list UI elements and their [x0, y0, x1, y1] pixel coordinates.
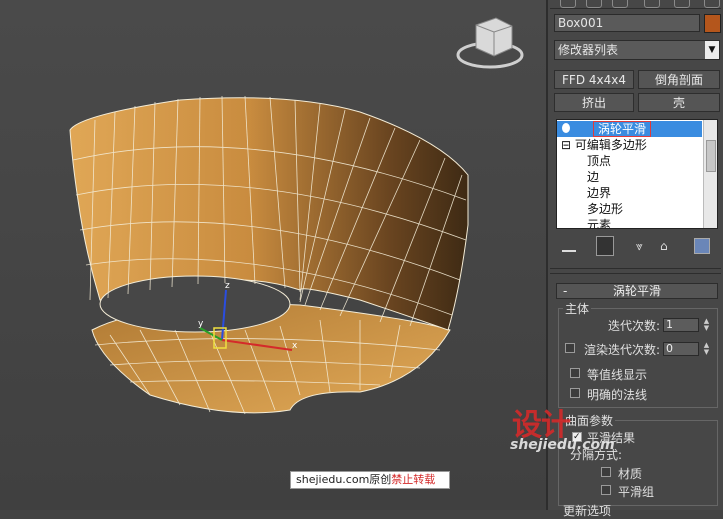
update-group-label: 更新选项 [563, 504, 612, 518]
render-iters-spinner-arrows[interactable]: ▲ ▼ [702, 342, 711, 356]
modify-tab-icon[interactable] [586, 0, 602, 8]
panel-tab-icons[interactable] [552, 0, 723, 8]
display-tab-icon[interactable] [674, 0, 690, 8]
pin-stack-icon[interactable] [562, 240, 576, 252]
rollout-title: 涡轮平滑 [612, 284, 661, 298]
chamfer-profile-button[interactable]: 倒角剖面 [638, 70, 720, 89]
object-color-swatch[interactable] [704, 14, 721, 33]
create-tab-icon[interactable] [560, 0, 576, 8]
chevron-down-icon[interactable]: ▼ [705, 41, 719, 59]
configure-sets-icon[interactable] [694, 238, 710, 254]
watermark-site: shejiedu.com原创 [296, 473, 392, 486]
modifier-list-label: 修改器列表 [558, 43, 619, 57]
explicit-normals-checkbox[interactable] [570, 388, 580, 398]
utilities-tab-icon[interactable] [704, 0, 720, 8]
mesh-object[interactable]: z y x [0, 0, 546, 510]
render-iters-label: 渲染迭代次数: [584, 343, 661, 357]
stack-item-polygon[interactable]: 多边形 [587, 201, 623, 217]
render-iters-checkbox[interactable] [565, 343, 575, 353]
extrude-button[interactable]: 挤出 [554, 93, 634, 112]
motion-tab-icon[interactable] [644, 0, 660, 8]
show-end-result-icon[interactable] [596, 236, 614, 256]
make-unique-icon[interactable]: ⩔ [636, 239, 643, 254]
materials-checkbox[interactable] [601, 467, 611, 477]
collapse-icon[interactable]: ⊟ [561, 138, 571, 152]
smoothing-groups-checkbox[interactable] [601, 485, 611, 495]
shell-button[interactable]: 壳 [638, 93, 720, 112]
stack-item-vertex[interactable]: 顶点 [587, 153, 611, 169]
turbosmooth-rollout-header[interactable]: - 涡轮平滑 [556, 283, 718, 299]
stack-item-turbosmooth[interactable]: 涡轮平滑 [557, 121, 702, 137]
stack-toolbar: ⩔ ⌂ [556, 236, 718, 256]
iterations-spinner[interactable]: 1 [663, 318, 699, 332]
divider [550, 273, 721, 274]
lightbulb-icon[interactable] [562, 123, 570, 133]
smoothing-groups-label: 平滑组 [618, 485, 655, 499]
viewport[interactable]: z y x shejiedu.com原创禁止转载 [0, 0, 546, 510]
stack-item-element[interactable]: 元素 [587, 217, 611, 228]
render-iters-spinner[interactable]: 0 [663, 342, 699, 356]
divider [550, 8, 721, 9]
stack-item-label: 涡轮平滑 [593, 121, 652, 137]
viewcube-icon[interactable] [456, 17, 524, 69]
gizmo-x-label: x [292, 341, 298, 351]
materials-label: 材质 [618, 467, 643, 481]
iterations-spinner-arrows[interactable]: ▲ ▼ [702, 318, 711, 332]
stack-item-editable-poly[interactable]: ⊟ 可编辑多边形 [561, 137, 647, 153]
watermark-warning: 禁止转载 [391, 473, 436, 486]
remove-modifier-icon[interactable]: ⌂ [660, 239, 668, 253]
main-group-label: 主体 [563, 300, 592, 317]
watermark-brand-url: shejiedu.com [510, 437, 615, 453]
ffd-button[interactable]: FFD 4x4x4 [554, 70, 634, 89]
stack-item-edge[interactable]: 边 [587, 169, 599, 185]
explicit-normals-label: 明确的法线 [587, 388, 648, 402]
isoline-label: 等值线显示 [587, 368, 648, 382]
modifier-list-dropdown[interactable]: 修改器列表 ▼ [554, 40, 720, 60]
stack-item-label: 可编辑多边形 [574, 138, 647, 152]
object-name-field[interactable]: Box001 [554, 14, 700, 32]
surface-group-label: 曲面参数 [563, 412, 616, 429]
stack-scrollbar[interactable] [703, 120, 717, 228]
gizmo-z-label: z [225, 281, 230, 291]
scrollbar-thumb[interactable] [706, 140, 716, 172]
watermark-banner: shejiedu.com原创禁止转载 [290, 471, 450, 489]
modifier-stack[interactable]: 涡轮平滑 ⊟ 可编辑多边形 顶点 边 边界 多边形 元素 [556, 119, 718, 229]
rollout-collapse-icon[interactable]: - [563, 284, 567, 298]
divider [550, 268, 721, 269]
iterations-label: 迭代次数: [608, 319, 661, 333]
isoline-checkbox[interactable] [570, 368, 580, 378]
stack-item-border[interactable]: 边界 [587, 185, 611, 201]
hierarchy-tab-icon[interactable] [612, 0, 628, 8]
gizmo-y-label: y [198, 319, 204, 329]
